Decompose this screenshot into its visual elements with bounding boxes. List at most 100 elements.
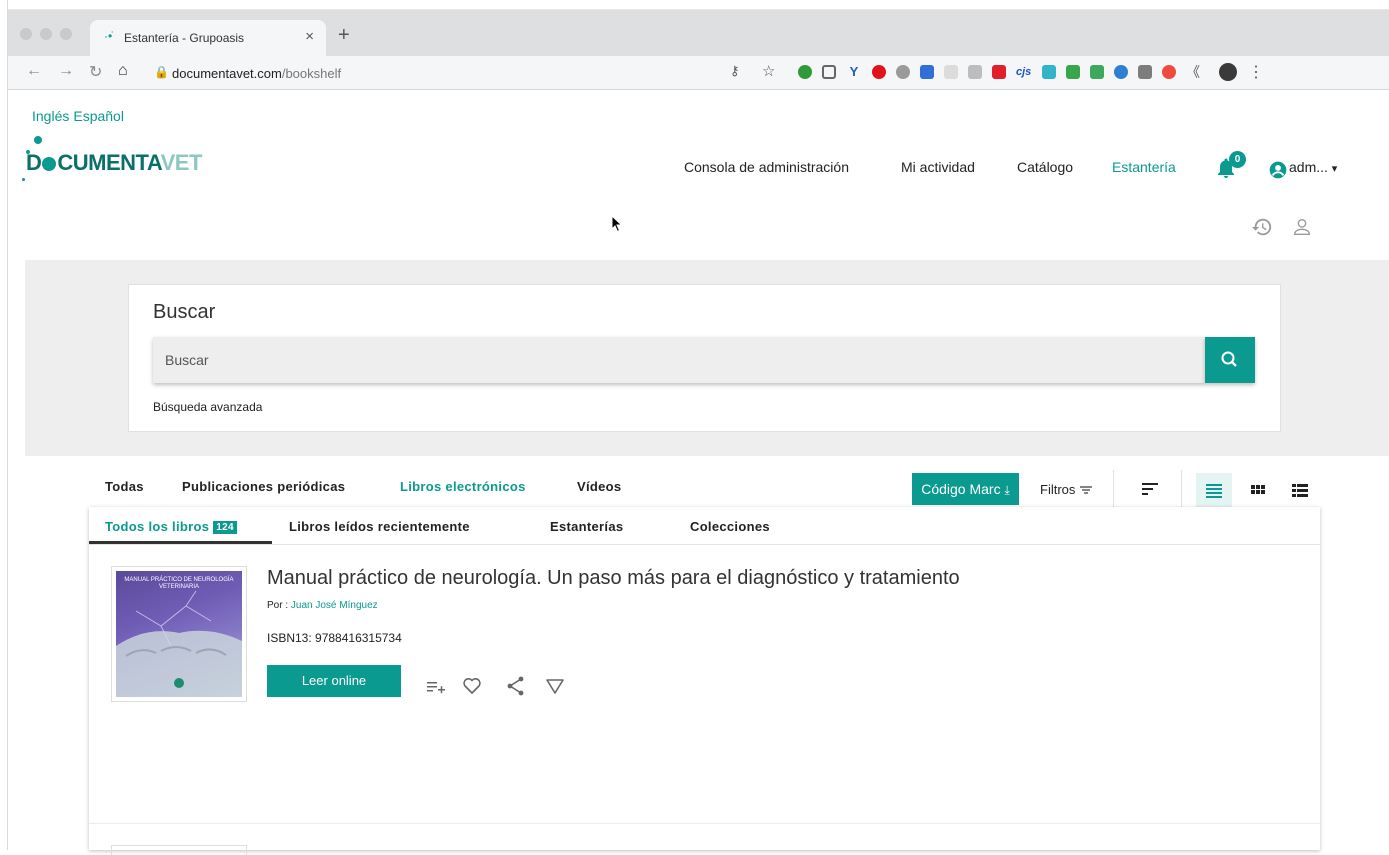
sort-icon[interactable] [1141,481,1161,497]
cloud-extension-icon[interactable] [1114,65,1128,79]
camera-extension-icon[interactable] [1138,65,1152,79]
share-icon[interactable] [505,675,527,697]
filters-label: Filtros [1040,482,1076,497]
window-left-edge [0,0,8,850]
nav-my-activity[interactable]: Mi actividad [901,159,975,175]
history-icon[interactable] [1251,216,1273,238]
author-prefix: Por : [267,600,289,611]
nav-admin-console[interactable]: Consola de administración [684,159,849,175]
add-to-list-icon[interactable] [425,675,447,697]
search-card: Buscar Búsqueda avanzada [128,284,1281,432]
search-button[interactable] [1205,337,1255,383]
profile-avatar-icon[interactable] [1219,63,1237,81]
browser-tabbar: ·•̇ Estantería - Grupoasis × + [8,10,1389,56]
notifications-count-badge: 0 [1229,151,1246,168]
tab-shelves[interactable]: Estanterías [550,519,623,534]
screen-extension-icon[interactable] [920,65,934,79]
link-extension-icon[interactable] [968,65,982,79]
y-extension-icon[interactable]: Y [847,65,861,79]
url-path: /bookshelf [281,66,342,81]
reload-icon[interactable]: ↻ [89,62,102,82]
tab-recently-read[interactable]: Libros leídos recientemente [289,519,470,534]
forward-arrow-icon[interactable]: → [58,62,74,80]
key-icon[interactable]: ⚷ [730,63,740,79]
bars-extension-icon[interactable] [1066,65,1080,79]
back-extension-icon[interactable]: 《 [1186,65,1200,79]
book-title[interactable]: Manual práctico de neurología. Un paso m… [267,567,960,590]
tab-videos[interactable]: Vídeos [577,479,621,494]
grid-view-button[interactable] [1240,473,1276,507]
minimize-window-button[interactable] [40,28,52,40]
screen: ·•̇ Estantería - Grupoasis × + ← → ↻ ⌂ 🔒… [0,0,1389,855]
tab-close-icon[interactable]: × [305,28,314,45]
tab-ebooks[interactable]: Libros electrónicos [400,479,526,494]
list-view-button[interactable] [1196,473,1232,507]
next-book-cover[interactable] [111,845,247,855]
book-cover-image: MANUAL PRÁCTICO DE NEUROLOGÍA VETERINARI… [116,571,242,697]
tabs-divider [89,544,1320,545]
evernote-extension-icon[interactable] [798,65,812,79]
mouse-cursor-icon [611,215,623,233]
search-icon [1221,351,1237,367]
maximize-window-button[interactable] [60,28,72,40]
tab-periodicals[interactable]: Publicaciones periódicas [182,479,345,494]
language-switcher: Inglés Español [32,108,128,124]
target-extension-icon[interactable] [1162,65,1176,79]
nav-bookshelf[interactable]: Estantería [1112,159,1176,175]
download-extension-icon[interactable] [1090,65,1104,79]
documentavet-logo[interactable]: D CUMENTAVET [22,136,226,196]
marc-code-label: Código Marc [921,481,1001,497]
logo-text: D CUMENTAVET [26,150,202,176]
favorite-heart-icon[interactable] [461,675,483,697]
read-online-button[interactable]: Leer online [267,665,401,697]
book-author-line: Por : Juan José Mínguez [267,600,378,611]
logo-part3: VET [160,150,203,175]
nav-catalog[interactable]: Catálogo [1017,159,1073,175]
pocket-extension-icon[interactable] [822,65,836,79]
logo-part1: D [26,150,42,175]
tab-collections[interactable]: Colecciones [690,519,770,534]
advanced-search-link[interactable]: Búsqueda avanzada [153,400,262,414]
address-bar[interactable]: 🔒 documentavet.com/bookshelf [154,60,794,86]
back-arrow-icon[interactable]: ← [26,62,42,80]
lock-icon: 🔒 [154,65,169,79]
gray-extension-icon[interactable] [944,65,958,79]
settings-extension-icon[interactable] [896,65,910,79]
logo-dot [22,178,25,181]
logo-o-dot [42,157,57,171]
detail-list-view-button[interactable] [1282,473,1318,507]
user-caret-icon: ▾ [1331,163,1338,175]
tab-title: Estantería - Grupoasis [124,31,245,45]
opera-extension-icon[interactable] [872,65,886,79]
lang-spanish[interactable]: Español [73,108,124,124]
user-menu[interactable]: adm... ▾ [1289,159,1337,175]
user-account-icon[interactable] [1268,160,1288,180]
top-strip [0,0,1389,10]
tab-all-books[interactable]: Todos los libros 124 [105,519,237,534]
browser-tab-active[interactable]: ·•̇ Estantería - Grupoasis × [90,20,326,56]
list-lines-icon [1206,484,1222,498]
lang-english[interactable]: Inglés [32,108,69,124]
home-icon[interactable]: ⌂ [118,62,128,80]
book-row-divider [89,823,1320,824]
bookmark-star-icon[interactable]: ☆ [762,62,775,80]
search-input[interactable] [153,337,1205,383]
profile-outline-icon[interactable] [1291,216,1313,238]
books-count-badge: 124 [213,521,237,534]
new-tab-button[interactable]: + [338,25,350,45]
filters-button[interactable]: Filtros [1040,482,1093,497]
close-window-button[interactable] [20,28,32,40]
react-extension-icon[interactable] [1042,65,1056,79]
marc-code-button[interactable]: Código Marc ⤓ [912,473,1019,505]
browser-toolbar: ← → ↻ ⌂ 🔒 documentavet.com/bookshelf ⚷ ☆… [8,56,1389,90]
tab-all[interactable]: Todas [105,479,144,494]
book-author-link[interactable]: Juan José Mínguez [291,600,378,611]
filter-lines-icon [1080,486,1093,494]
site-favicon-icon: ·•̇ [104,29,113,43]
cjs-extension-icon[interactable]: cjs [1016,65,1031,79]
browser-menu-icon[interactable]: ⋮ [1248,62,1264,82]
more-options-triangle-icon[interactable] [544,675,566,697]
toolbar-divider [1181,470,1182,508]
book-cover[interactable]: MANUAL PRÁCTICO DE NEUROLOGÍA VETERINARI… [111,566,247,702]
bug-extension-icon[interactable] [992,65,1006,79]
